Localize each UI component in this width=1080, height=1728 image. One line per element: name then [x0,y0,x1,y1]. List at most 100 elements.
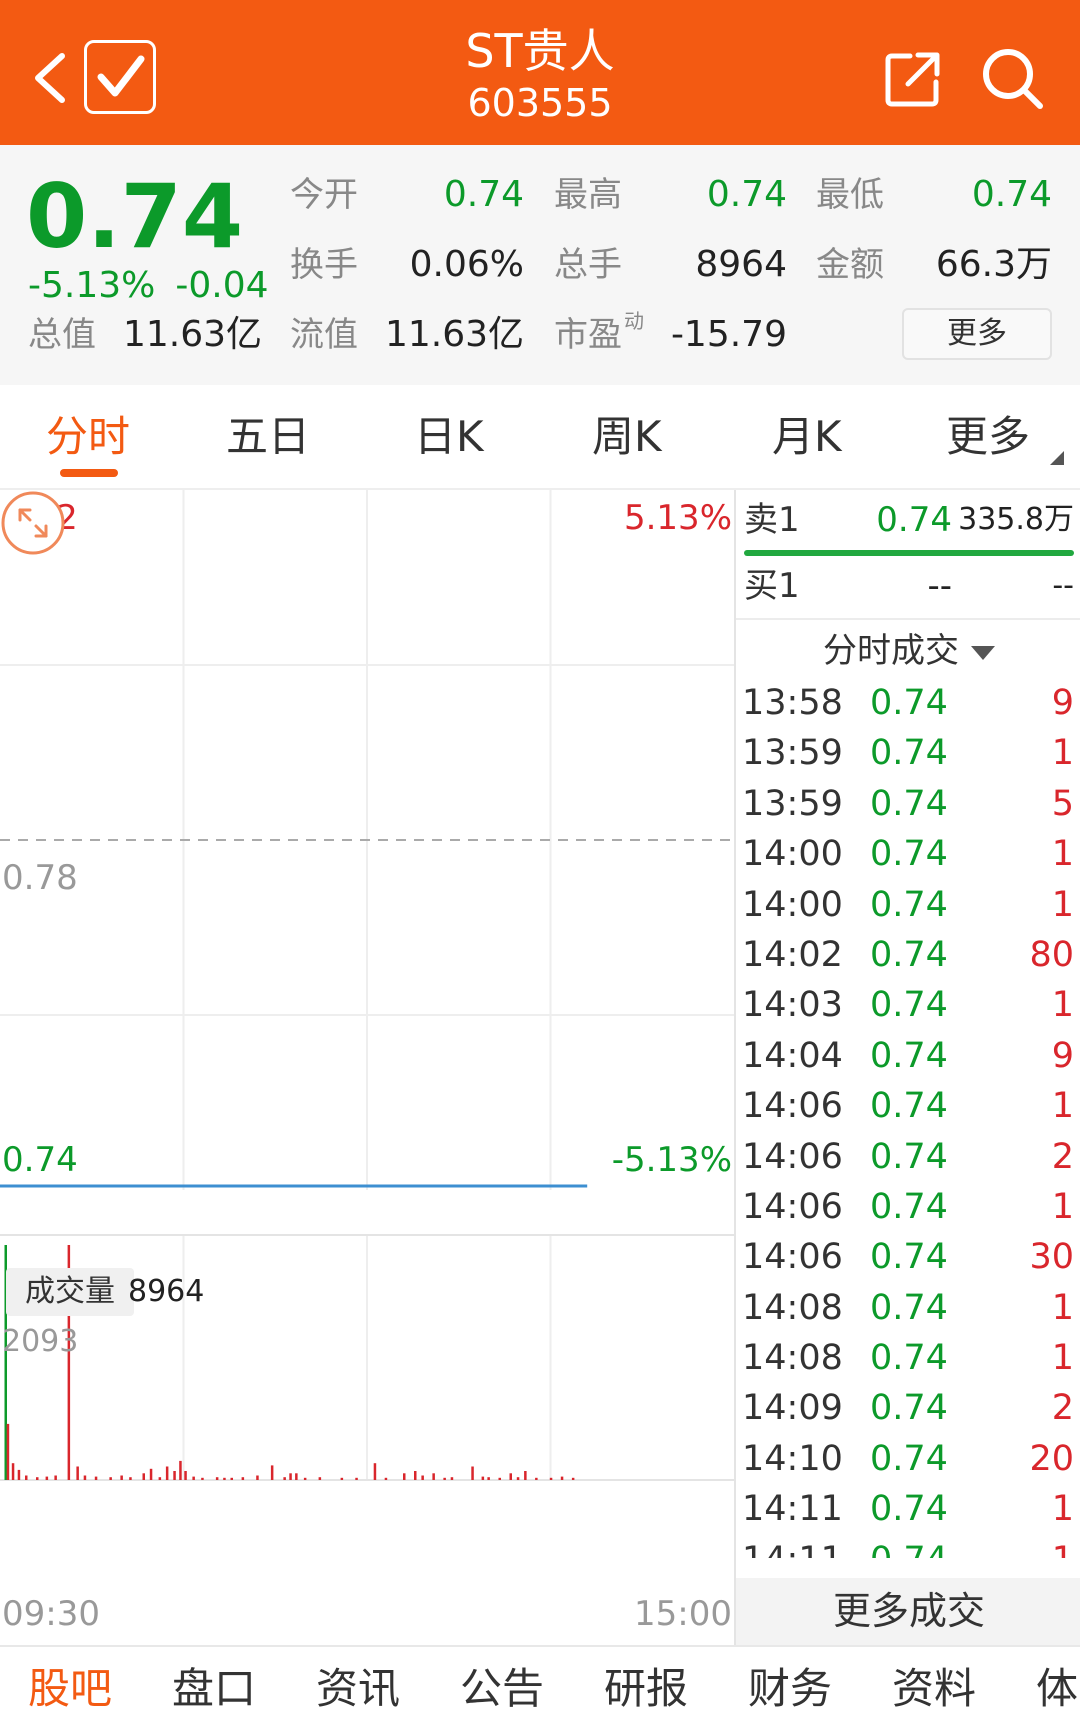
volume-bar [270,1465,274,1480]
sell-1-price: 0.74 [876,500,952,540]
nav-profile[interactable]: 资料 [892,1661,976,1717]
tab-more-corner-icon [1050,451,1064,465]
trade-row: 14:11 0.74 1 [736,1535,1080,1558]
volume-bar [432,1473,435,1480]
volume-bar [421,1475,424,1480]
price-change: -5.13% -0.04 [28,263,269,309]
quote-panel: 0.74 -5.13% -0.04 今开 0.74 最高 0.74 最低 0.74… [0,145,1080,385]
volume-bar [373,1463,377,1480]
volume-bar [17,1469,21,1480]
volume-bar [45,1476,49,1480]
volume-bar [509,1473,512,1480]
back-arrow-icon[interactable] [28,48,72,108]
mktcap-label: 总值 [28,315,96,355]
trade-row: 14:08 0.74 1 [736,1333,1080,1383]
volume-bar [109,1477,112,1480]
search-icon[interactable] [980,46,1044,110]
volume-bar [289,1473,292,1480]
trade-time: 14:11 [742,1535,843,1558]
volume-bar [487,1477,490,1480]
more-trades-button[interactable]: 更多成交 [736,1578,1080,1645]
more-quote-button[interactable]: 更多 [902,308,1052,360]
amount-value: 66.3万 [935,244,1052,285]
trade-row: 14:06 0.74 30 [736,1232,1080,1282]
volume-tag[interactable]: 成交量 [6,1268,134,1316]
trade-price: 0.74 [870,733,948,774]
trade-volume: 80 [1029,934,1074,975]
volume-axis-max: 2093 [2,1324,79,1359]
trade-volume: 1 [1051,985,1074,1026]
fullscreen-expand-icon[interactable] [0,490,66,556]
volume-bar [165,1466,169,1480]
tab-more[interactable]: 更多 [946,411,1030,463]
trade-price: 0.74 [870,985,948,1026]
volume-bar [158,1477,162,1480]
tab-active-indicator [60,469,118,477]
trade-price: 0.74 [870,1086,948,1127]
volume-total: 8964 [128,1274,205,1309]
volume-bar [36,1477,39,1480]
intraday-chart[interactable]: 0.82 5.13% 0.78 0.74 -5.13% 成交量 8964 209… [0,490,734,1645]
trade-time: 14:00 [742,834,843,875]
amount-label: 金额 [816,245,884,285]
trade-time: 14:03 [742,985,843,1026]
chart-grid [0,490,734,1481]
pct-axis-bottom: -5.13% [611,1140,732,1180]
volume-bar [403,1473,406,1480]
trade-price: 0.74 [870,1035,948,1076]
volume-bar [384,1477,388,1480]
trade-volume: 30 [1029,1237,1074,1278]
volume-bar [340,1477,344,1480]
volume-bar [179,1460,182,1480]
tab-five-day[interactable]: 五日 [226,411,310,463]
trade-row: 14:06 0.74 1 [736,1182,1080,1232]
trade-time: 14:08 [742,1287,843,1328]
volume-bar [223,1477,226,1480]
volume-bar [560,1476,564,1480]
volume-bar [142,1473,145,1480]
volume-bar [83,1475,87,1480]
share-icon[interactable] [884,50,942,108]
trade-price: 0.74 [870,1388,948,1429]
tab-daily-k[interactable]: 日K [414,411,484,463]
trade-row: 14:10 0.74 20 [736,1434,1080,1484]
change-amount: -0.04 [175,265,269,306]
intraday-chart-svg [0,490,734,1481]
trade-time: 14:04 [742,1035,843,1076]
volume-bar [571,1477,575,1480]
trades-dropdown[interactable]: 分时成交 [736,618,1080,678]
trade-row: 13:59 0.74 5 [736,779,1080,829]
trade-volume: 1 [1051,1086,1074,1127]
trade-price: 0.74 [870,934,948,975]
pe-dynamic-mark: 动 [624,309,644,333]
nav-more-partial[interactable]: 体 [1036,1661,1078,1717]
tab-intraday[interactable]: 分时 [46,411,130,463]
nav-guba[interactable]: 股吧 [28,1661,112,1717]
change-percent: -5.13% [28,265,156,306]
tab-monthly-k[interactable]: 月K [772,411,842,463]
trade-time: 14:00 [742,884,843,925]
watchlist-check-icon[interactable] [84,40,156,114]
nav-finance[interactable]: 财务 [748,1661,832,1717]
price-axis-bottom: 0.74 [2,1140,78,1180]
trade-volume: 9 [1051,683,1074,723]
volume-bar [283,1477,286,1480]
buy-1-price: -- [927,566,952,606]
nav-news[interactable]: 资讯 [316,1661,400,1717]
volume-bar [471,1466,474,1480]
sell-1-label: 卖1 [744,500,800,540]
trade-row: 14:08 0.74 1 [736,1283,1080,1333]
trade-volume: 1 [1051,733,1074,774]
trade-price: 0.74 [870,834,948,875]
trade-time: 14:06 [742,1086,843,1127]
nav-pankou[interactable]: 盘口 [172,1661,256,1717]
trade-list[interactable]: 13:58 0.74 9 13:59 0.74 1 13:59 0.74 5 14:00 0.74 1… [736,678,1080,1558]
nav-announcements[interactable]: 公告 [460,1661,544,1717]
trade-row: 14:00 0.74 1 [736,880,1080,930]
tab-weekly-k[interactable]: 周K [592,411,662,463]
buy-1-label: 买1 [744,566,800,606]
nav-research[interactable]: 研报 [604,1661,688,1717]
volume-bar [318,1477,322,1480]
trade-volume: 1 [1051,1186,1074,1227]
volume-bar [549,1477,553,1480]
